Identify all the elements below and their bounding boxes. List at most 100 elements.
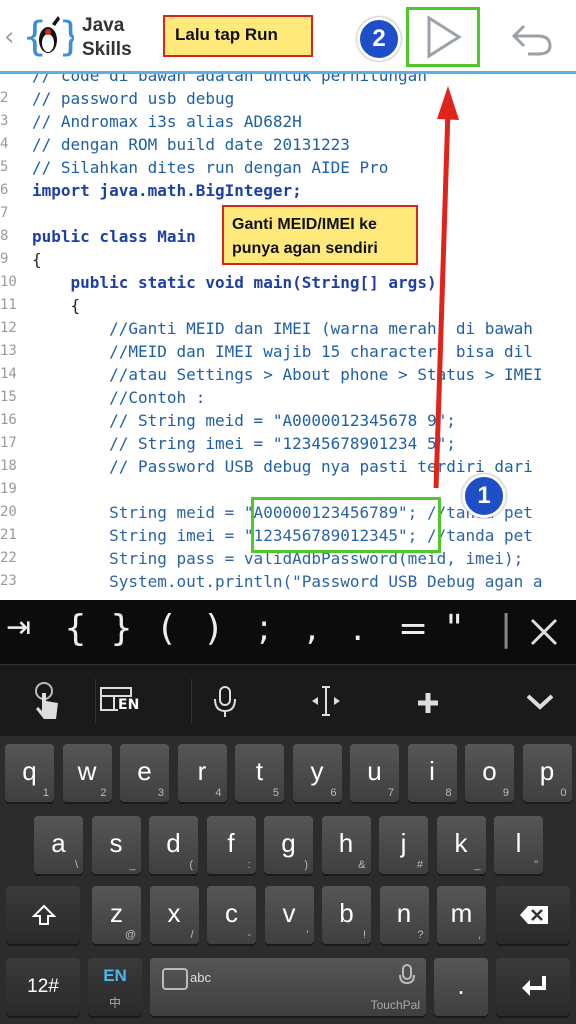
tab-arrow-icon[interactable]: ⇥ [6, 610, 31, 645]
code-line[interactable]: 3 // Andromax i3s alias AD682H [0, 110, 576, 133]
key-q[interactable]: q1 [5, 744, 54, 802]
symbol-comma[interactable]: , [306, 608, 317, 649]
code-line[interactable]: // code di bawah adalah untuk perhitunga… [0, 74, 576, 87]
play-icon [427, 15, 462, 59]
keyboard-small-icon [162, 968, 188, 990]
code-line[interactable]: 6 import java.math.BigInteger; [0, 179, 576, 202]
code-line[interactable]: 11 { [0, 294, 576, 317]
keyboard-layout-button[interactable]: EN [96, 665, 192, 737]
code-line[interactable]: 10 public static void main(String[] args… [0, 271, 576, 294]
key-g[interactable]: g) [264, 816, 313, 874]
numeric-key[interactable]: 12# [6, 958, 80, 1016]
code-line[interactable]: 14 //atau Settings > About phone > Statu… [0, 363, 576, 386]
step-badge-1: 1 [462, 474, 506, 518]
key-i[interactable]: i8 [407, 744, 457, 802]
key-n[interactable]: n? [379, 886, 429, 944]
key-o[interactable]: o9 [465, 744, 514, 802]
period-key-label: . [457, 970, 465, 1000]
key-l[interactable]: l " [494, 816, 543, 874]
key-u[interactable]: u7 [350, 744, 399, 802]
code-line[interactable]: 17 // String imei = "12345678901234 5"; [0, 432, 576, 455]
code-line[interactable]: 12 //Ganti MEID dan IMEI (warna merah) d… [0, 317, 576, 340]
key-p[interactable]: p0 [522, 744, 572, 802]
run-button[interactable] [406, 7, 480, 67]
undo-icon[interactable] [508, 18, 554, 58]
key-k[interactable]: k _ [436, 816, 486, 874]
code-line[interactable]: 5 // Silahkan dites run dengan AIDE Pro [0, 156, 576, 179]
chevron-left-icon[interactable]: ‹ [4, 22, 14, 52]
symbol-close-paren[interactable]: ) [206, 608, 220, 649]
key-y[interactable]: y6 [292, 744, 342, 802]
key-x[interactable]: x / [149, 886, 199, 944]
key-sublabel: # [416, 859, 423, 871]
space-key[interactable]: abc TouchPal [150, 958, 426, 1016]
key-b[interactable]: b! [322, 886, 371, 944]
symbol-period[interactable]: . [352, 608, 363, 649]
add-button[interactable] [384, 665, 480, 737]
symbol-open-brace[interactable]: { [64, 608, 87, 649]
line-number: 11 [0, 297, 17, 313]
shift-key[interactable] [6, 886, 80, 944]
hide-keyboard-button[interactable] [480, 665, 576, 737]
symbol-close-brace[interactable]: } [110, 608, 133, 649]
code-text: import java.math.BigInteger; [32, 181, 302, 200]
code-text: // dengan ROM build date 20131223 [32, 135, 350, 154]
period-key[interactable]: . [434, 958, 488, 1016]
key-c[interactable]: c- [207, 886, 256, 944]
line-number: 21 [0, 527, 17, 543]
key-s[interactable]: s _ [91, 816, 141, 874]
key-t[interactable]: t5 [235, 744, 284, 802]
line-number: 16 [0, 412, 17, 428]
key-a[interactable]: a \ [34, 816, 83, 874]
code-line[interactable]: 4 // dengan ROM build date 20131223 [0, 133, 576, 156]
voice-input-button[interactable] [192, 665, 288, 737]
language-key[interactable]: EN 中 [88, 958, 142, 1016]
key-d[interactable]: d( [149, 816, 198, 874]
meid-imei-highlight [251, 497, 441, 553]
app-action-bar: ‹ { } Java Skills Lalu tap Run 2 [0, 0, 576, 74]
symbol-semicolon[interactable]: ; [258, 608, 270, 649]
key-v[interactable]: v ' [264, 886, 314, 944]
code-text: // Silahkan dites run dengan AIDE Pro [32, 158, 389, 177]
key-label: j [400, 828, 407, 858]
key-w[interactable]: w2 [62, 744, 112, 802]
key-sublabel: 5 [272, 787, 279, 799]
line-number: 14 [0, 366, 17, 382]
code-line[interactable]: 13 //MEID dan IMEI wajib 15 character, b… [0, 340, 576, 363]
key-f[interactable]: f: [206, 816, 256, 874]
key-label: u [367, 756, 382, 786]
key-label: p [539, 756, 555, 786]
symbol-equals[interactable]: = [398, 608, 428, 649]
key-j[interactable]: j # [379, 816, 428, 874]
code-text: //Contoh : [32, 388, 206, 407]
key-r[interactable]: r4 [177, 744, 227, 802]
language-key-sub: 中 [108, 996, 121, 1010]
line-number: 8 [0, 228, 9, 244]
backspace-key[interactable] [496, 886, 570, 944]
key-label: k [454, 828, 468, 858]
key-m[interactable]: m, [437, 886, 486, 944]
symbol-quote[interactable]: " [446, 608, 463, 649]
close-icon[interactable] [528, 616, 560, 648]
java-skills-logo: { } [22, 14, 74, 60]
code-text: // Andromax i3s alias AD682H [32, 112, 302, 131]
touch-mode-button[interactable] [0, 665, 96, 737]
key-e[interactable]: e3 [120, 744, 169, 802]
app-title: Java Skills [82, 14, 132, 62]
key-z[interactable]: z @ [92, 886, 141, 944]
code-text: //Ganti MEID dan IMEI (warna merah) di b… [32, 319, 533, 338]
line-number: 10 [0, 274, 17, 290]
symbol-open-paren[interactable]: ( [160, 608, 174, 649]
key-h[interactable]: h & [321, 816, 371, 874]
code-text: System.out.println("Password USB Debug a… [32, 572, 543, 591]
app-title-line2: Skills [82, 39, 132, 60]
enter-key[interactable] [496, 958, 570, 1016]
code-line[interactable]: 15 //Contoh : [0, 386, 576, 409]
code-line[interactable]: 23 System.out.println("Password USB Debu… [0, 570, 576, 593]
line-number: 13 [0, 343, 17, 359]
key-sublabel: & [358, 859, 366, 871]
cursor-move-button[interactable] [288, 665, 384, 737]
code-line[interactable]: 2 // password usb debug [0, 87, 576, 110]
code-line[interactable]: 16 // String meid = "A0000012345678 9"; [0, 409, 576, 432]
key-sublabel: _ [474, 859, 481, 871]
